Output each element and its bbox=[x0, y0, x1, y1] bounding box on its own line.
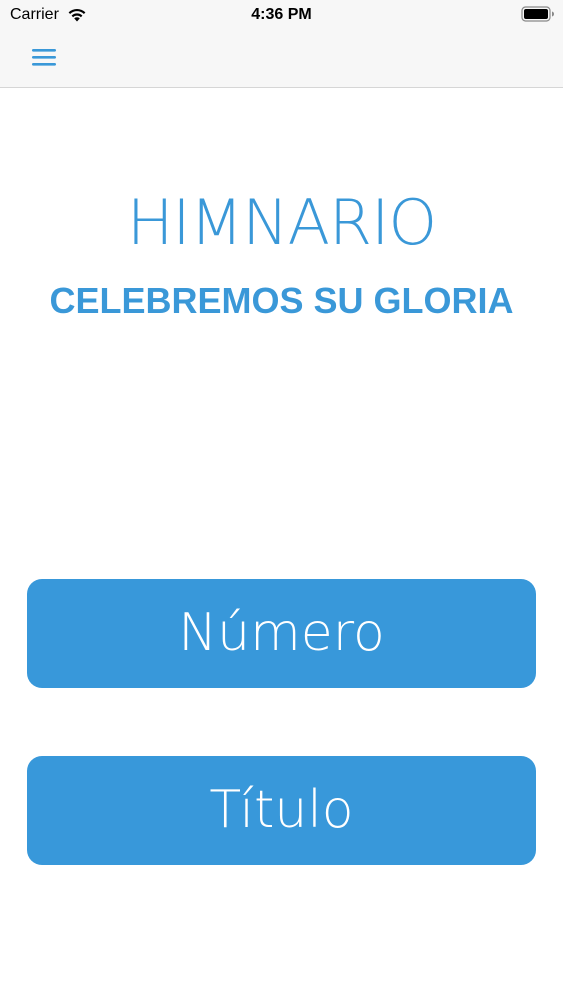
hamburger-menu-icon[interactable] bbox=[30, 46, 58, 68]
search-by-number-button[interactable]: Número bbox=[27, 579, 536, 688]
status-time: 4:36 PM bbox=[251, 6, 312, 23]
app-title: HIMNARIO bbox=[126, 186, 437, 259]
status-bar: Carrier 4:36 PM bbox=[0, 0, 563, 32]
battery-icon bbox=[521, 6, 554, 22]
navigation-bar bbox=[0, 32, 563, 88]
search-by-title-button[interactable]: Título bbox=[27, 756, 536, 865]
app-subtitle: CELEBREMOS SU GLORIA bbox=[49, 280, 514, 321]
